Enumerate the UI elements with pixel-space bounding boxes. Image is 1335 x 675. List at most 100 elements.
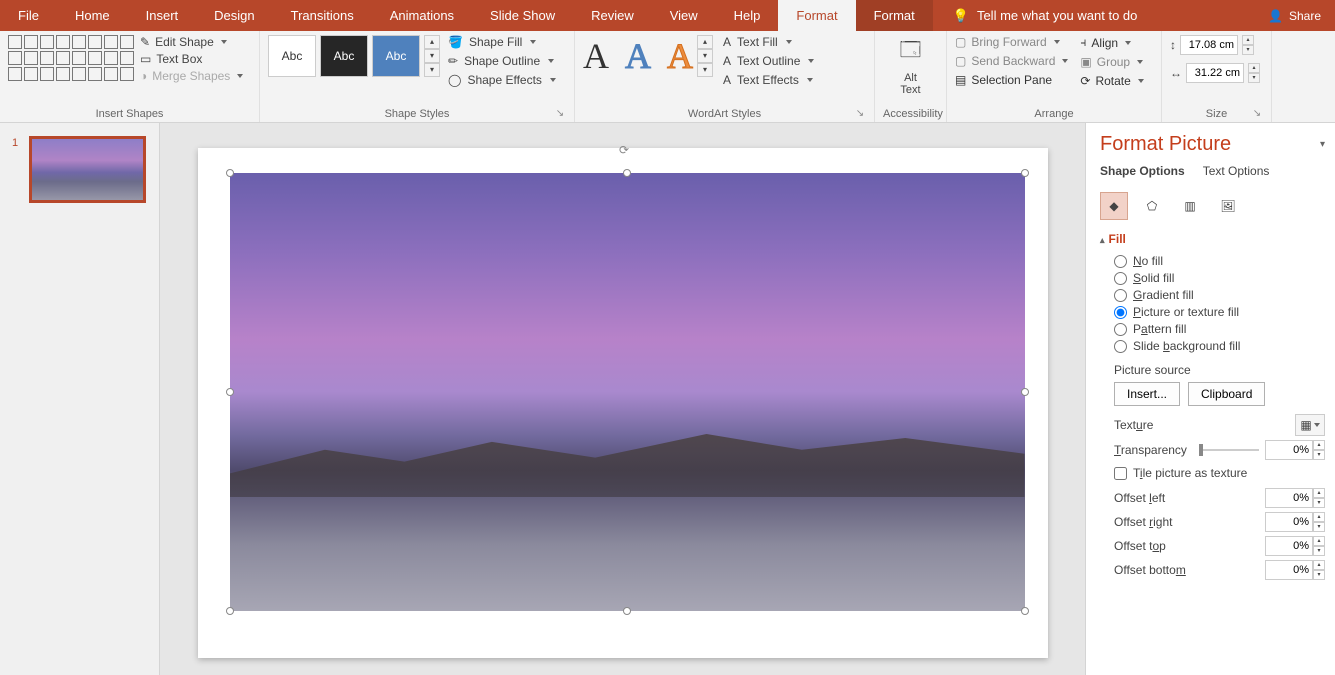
texture-picker-button[interactable]: ▦ (1295, 414, 1325, 436)
align-button[interactable]: ⫞ Align (1080, 35, 1143, 50)
selected-picture[interactable]: ⟳ (230, 173, 1025, 611)
tab-format-context[interactable]: Format (856, 0, 933, 31)
pane-tab-text-options[interactable]: Text Options (1203, 164, 1270, 182)
send-backward-button[interactable]: ▢ Send Backward (955, 54, 1068, 68)
resize-handle-ne[interactable] (1021, 169, 1029, 177)
text-box-button[interactable]: ▭ Text Box (140, 52, 243, 66)
tab-review[interactable]: Review (573, 0, 652, 31)
height-input[interactable] (1180, 35, 1238, 55)
slide-thumbnail-1[interactable] (30, 137, 145, 202)
wa-down-icon[interactable]: ▾ (697, 49, 713, 63)
fill-picture-radio[interactable]: Picture or texture fill (1114, 305, 1325, 319)
slide-canvas[interactable]: ⟳ (198, 148, 1048, 658)
wa-up-icon[interactable]: ▴ (697, 35, 713, 49)
shape-outline-button[interactable]: ✏ Shape Outline (448, 54, 556, 68)
fill-gradient-radio[interactable]: Gradient fill (1114, 288, 1325, 302)
text-outline-button[interactable]: A Text Outline (723, 54, 814, 68)
rotate-button[interactable]: ⟳ Rotate (1080, 74, 1143, 88)
gallery-more-icon[interactable]: ▾ (424, 63, 440, 77)
shape-gallery[interactable] (8, 35, 134, 81)
resize-handle-nw[interactable] (226, 169, 234, 177)
resize-handle-e[interactable] (1021, 388, 1029, 396)
tile-picture-checkbox[interactable]: Tile picture as texture (1114, 466, 1325, 480)
shape-style-1[interactable]: Abc (268, 35, 316, 77)
fill-pattern-radio[interactable]: Pattern fill (1114, 322, 1325, 336)
fill-solid-radio[interactable]: Solid fill (1114, 271, 1325, 285)
shape-styles-popout-icon[interactable]: ↘ (554, 108, 566, 120)
wordart-gallery[interactable]: A A A (583, 35, 693, 77)
ot-dn[interactable]: ▾ (1313, 546, 1325, 556)
wa-more-icon[interactable]: ▾ (697, 63, 713, 77)
or-dn[interactable]: ▾ (1313, 522, 1325, 532)
width-input[interactable] (1186, 63, 1244, 83)
height-up[interactable]: ▴ (1242, 35, 1254, 45)
tell-me-search[interactable]: 💡 Tell me what you want to do (933, 0, 1158, 31)
offset-top-input[interactable] (1265, 536, 1313, 556)
tab-format[interactable]: Format (778, 0, 855, 31)
tab-animations[interactable]: Animations (372, 0, 472, 31)
offset-bottom-input[interactable] (1265, 560, 1313, 580)
resize-handle-sw[interactable] (226, 607, 234, 615)
pane-size-props-icon[interactable]: ▥ (1176, 192, 1204, 220)
offset-left-input[interactable] (1265, 488, 1313, 508)
insert-picture-button[interactable]: Insert... (1114, 382, 1180, 406)
ol-dn[interactable]: ▾ (1313, 498, 1325, 508)
group-button[interactable]: ▣ Group (1080, 55, 1143, 69)
shape-style-2[interactable]: Abc (320, 35, 368, 77)
transparency-input[interactable] (1265, 440, 1313, 460)
height-field[interactable]: ↕ ▴▾ (1170, 35, 1260, 55)
tab-transitions[interactable]: Transitions (273, 0, 372, 31)
ot-up[interactable]: ▴ (1313, 536, 1325, 546)
pane-picture-icon[interactable]: 🖼 (1214, 192, 1242, 220)
resize-handle-w[interactable] (226, 388, 234, 396)
ol-up[interactable]: ▴ (1313, 488, 1325, 498)
tab-design[interactable]: Design (196, 0, 272, 31)
shape-style-gallery[interactable]: Abc Abc Abc (268, 35, 420, 77)
tab-slide-show[interactable]: Slide Show (472, 0, 573, 31)
clipboard-button[interactable]: Clipboard (1188, 382, 1265, 406)
size-popout-icon[interactable]: ↘ (1251, 108, 1263, 120)
transp-down[interactable]: ▾ (1313, 450, 1325, 460)
width-field[interactable]: ↔ ▴▾ (1170, 63, 1260, 83)
slide-canvas-area[interactable]: ⟳ (160, 123, 1085, 675)
wordart-style-1[interactable]: A (583, 35, 609, 77)
tab-view[interactable]: View (652, 0, 716, 31)
offset-right-input[interactable] (1265, 512, 1313, 532)
tab-file[interactable]: File (0, 0, 57, 31)
fill-section-header[interactable]: Fill (1100, 232, 1325, 246)
resize-handle-s[interactable] (623, 607, 631, 615)
gallery-down-icon[interactable]: ▾ (424, 49, 440, 63)
shape-effects-button[interactable]: ◯ Shape Effects (448, 73, 556, 87)
selection-pane-button[interactable]: ▤ Selection Pane (955, 73, 1068, 87)
tab-help[interactable]: Help (716, 0, 779, 31)
ob-dn[interactable]: ▾ (1313, 570, 1325, 580)
ob-up[interactable]: ▴ (1313, 560, 1325, 570)
fill-none-radio[interactable]: No fill (1114, 254, 1325, 268)
fill-slide-bg-radio[interactable]: Slide background fill (1114, 339, 1325, 353)
tab-home[interactable]: Home (57, 0, 128, 31)
or-up[interactable]: ▴ (1313, 512, 1325, 522)
text-effects-button[interactable]: A Text Effects (723, 73, 814, 87)
transp-up[interactable]: ▴ (1313, 440, 1325, 450)
share-button[interactable]: 👤 Share (1254, 0, 1335, 31)
resize-handle-se[interactable] (1021, 607, 1029, 615)
height-down[interactable]: ▾ (1242, 45, 1254, 55)
rotate-handle-icon[interactable]: ⟳ (619, 143, 635, 159)
tab-insert[interactable]: Insert (128, 0, 197, 31)
text-fill-button[interactable]: A Text Fill (723, 35, 814, 49)
wordart-popout-icon[interactable]: ↘ (854, 108, 866, 120)
pane-effects-icon[interactable]: ⬠ (1138, 192, 1166, 220)
shape-style-3[interactable]: Abc (372, 35, 420, 77)
wordart-style-3[interactable]: A (667, 35, 693, 77)
width-down[interactable]: ▾ (1248, 73, 1260, 83)
width-up[interactable]: ▴ (1248, 63, 1260, 73)
pane-fill-line-icon[interactable]: ◆ (1100, 192, 1128, 220)
transparency-slider[interactable] (1199, 449, 1259, 451)
resize-handle-n[interactable] (623, 169, 631, 177)
bring-forward-button[interactable]: ▢ Bring Forward (955, 35, 1068, 49)
edit-shape-button[interactable]: ✎ Edit Shape (140, 35, 243, 49)
gallery-up-icon[interactable]: ▴ (424, 35, 440, 49)
pane-tab-shape-options[interactable]: Shape Options (1100, 164, 1185, 182)
shape-fill-button[interactable]: 🪣 Shape Fill (448, 35, 556, 49)
wordart-style-2[interactable]: A (625, 35, 651, 77)
